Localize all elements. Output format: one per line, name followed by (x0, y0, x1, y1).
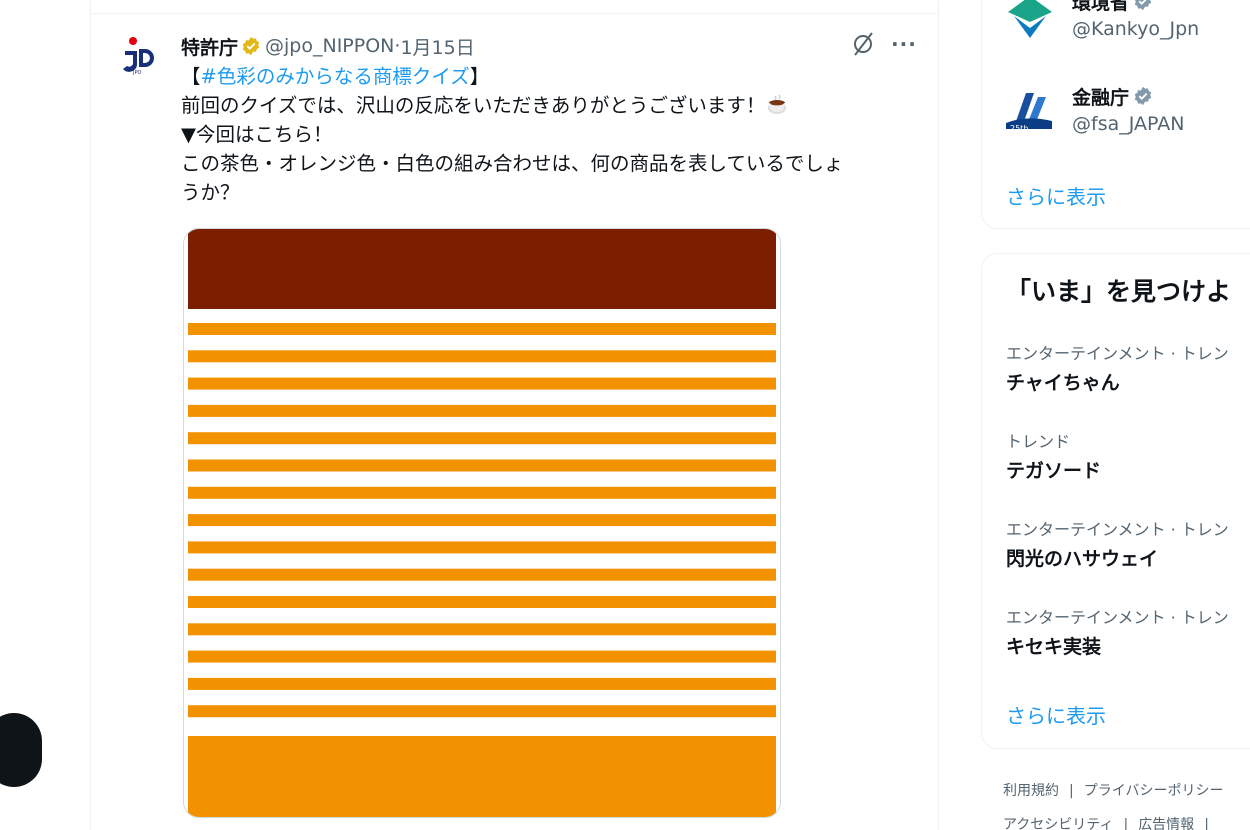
account-name-text: 環境省 (1072, 0, 1130, 14)
orange-stripe (188, 459, 776, 472)
trend-item[interactable]: エンターテインメント · トレン キセキ実装 (1006, 604, 1229, 659)
tweet-line-2: 前回のクイズでは、沢山の反応をいただきありがとうございます！ (181, 91, 921, 120)
footer-separator: | (1069, 783, 1074, 799)
tweet-line-1: 【#色彩のみからなる商標クイズ】 (181, 62, 921, 91)
floating-action-button[interactable] (0, 713, 42, 787)
author-handle[interactable]: @jpo_NIPPON (265, 35, 394, 57)
tweet-line-5: うか？ (181, 181, 240, 204)
orange-stripe (188, 541, 776, 554)
verified-gray-icon (1134, 0, 1152, 11)
tweet-header: 特許庁 @jpo_NIPPON · 1月15日 (181, 33, 475, 59)
orange-stripe (188, 323, 776, 335)
orange-stripe (188, 377, 776, 390)
trends-title: 「いま」を見つけよ (1006, 277, 1232, 306)
footer-link-privacy[interactable]: プライバシーポリシー (1084, 783, 1224, 799)
grok-icon[interactable] (851, 30, 875, 58)
orange-stripe (188, 568, 776, 581)
orange-stripe (188, 677, 776, 690)
orange-band (188, 736, 776, 817)
svg-text:25th: 25th (1010, 124, 1028, 133)
orange-stripe (188, 350, 776, 363)
orange-stripe (188, 596, 776, 608)
footer-separator: | (1123, 817, 1129, 830)
orange-stripe (188, 486, 776, 499)
footer-separator: | (1204, 817, 1209, 830)
tweet-text: 【#色彩のみからなる商標クイズ】 前回のクイズでは、沢山の反応をいただきありがと… (181, 62, 921, 207)
footer-link-terms[interactable]: 利用規約 (1003, 783, 1059, 799)
account-handle: @Kankyo_Jpn (1072, 18, 1200, 40)
tweet-line-3: ▼今回はこちら！ (181, 123, 333, 146)
show-more-link[interactable]: さらに表示 (1006, 181, 1106, 210)
footer-row-1: 利用規約 | プライバシーポリシー (1003, 780, 1223, 800)
orange-stripe (188, 623, 776, 636)
orange-stripe (188, 514, 776, 527)
verified-gray-icon (1134, 86, 1152, 106)
tweet-line-4: この茶色・オレンジ色・白色の組み合わせは、何の商品を表しているでしょ (181, 152, 844, 175)
trend-name: チャイちゃん (1006, 372, 1120, 394)
bracket-close: 】 (469, 65, 490, 88)
fsa-logo-icon: 25th (1006, 93, 1052, 133)
account-name: 金融庁 (1072, 83, 1184, 109)
verified-gold-icon (242, 36, 260, 56)
tweet-image[interactable] (183, 228, 781, 818)
jpo-logo-icon[interactable]: JPO (119, 35, 159, 75)
tweet-date[interactable]: 1月15日 (400, 33, 474, 60)
svg-text:JPO: JPO (132, 70, 141, 75)
tweet-line-2-text: 前回のクイズでは、沢山の反応をいただきありがとうございます！ (181, 94, 766, 117)
timeline-column: JPO 特許庁 @jpo_NIPPON · 1月15日 ··· 【#色彩のみから… (90, 0, 939, 830)
account-name-text: 金融庁 (1072, 86, 1130, 109)
trend-category: トレンド (1006, 432, 1071, 451)
trends-card: 「いま」を見つけよ エンターテインメント · トレン チャイちゃん トレンド テ… (981, 253, 1250, 749)
orange-stripe (188, 705, 776, 718)
footer-row-2: アクセシビリティ | 広告情報 | (1003, 814, 1219, 830)
author-name[interactable]: 特許庁 (181, 33, 238, 60)
orange-stripe (188, 404, 776, 417)
trend-item[interactable]: エンターテインメント · トレン 閃光のハサウェイ (1006, 516, 1229, 571)
trend-category: エンターテインメント · トレン (1006, 608, 1229, 627)
footer-link-accessibility[interactable]: アクセシビリティ (1003, 817, 1113, 830)
trend-name: キセキ実装 (1006, 636, 1102, 658)
trend-category: エンターテインメント · トレン (1006, 520, 1229, 539)
trend-name: 閃光のハサウェイ (1006, 548, 1159, 570)
orange-stripe (188, 650, 776, 663)
trend-category: エンターテインメント · トレン (1006, 344, 1229, 363)
more-icon[interactable]: ··· (891, 32, 917, 56)
hashtag-link[interactable]: #色彩のみからなる商標クイズ (201, 65, 470, 88)
trend-item[interactable]: トレンド テガソード (1006, 428, 1101, 483)
trends-show-more-link[interactable]: さらに表示 (1006, 700, 1106, 729)
account-name: 環境省 (1072, 0, 1199, 14)
account-item-fsa[interactable]: 25th 金融庁 @fsa_JAPAN (1004, 83, 1184, 135)
color-trademark-image (184, 229, 780, 817)
account-handle: @fsa_JAPAN (1072, 113, 1185, 135)
trend-item[interactable]: エンターテインメント · トレン チャイちゃん (1006, 340, 1229, 395)
kankyo-logo-icon (1008, 0, 1052, 38)
tweet-actions: ··· (851, 30, 917, 58)
tweet-divider (91, 13, 938, 14)
bracket-open: 【 (181, 65, 201, 88)
brown-band (188, 229, 776, 309)
trend-name: テガソード (1006, 460, 1102, 482)
coffee-icon (768, 94, 787, 114)
orange-stripe (188, 432, 776, 445)
who-to-follow-card: 環境省 @Kankyo_Jpn 25th 金融庁 @fsa_JAPAN さらに表… (981, 0, 1250, 229)
footer-link-ads[interactable]: 広告情報 (1138, 817, 1194, 830)
account-item-kankyo[interactable]: 環境省 @Kankyo_Jpn (1004, 0, 1199, 40)
